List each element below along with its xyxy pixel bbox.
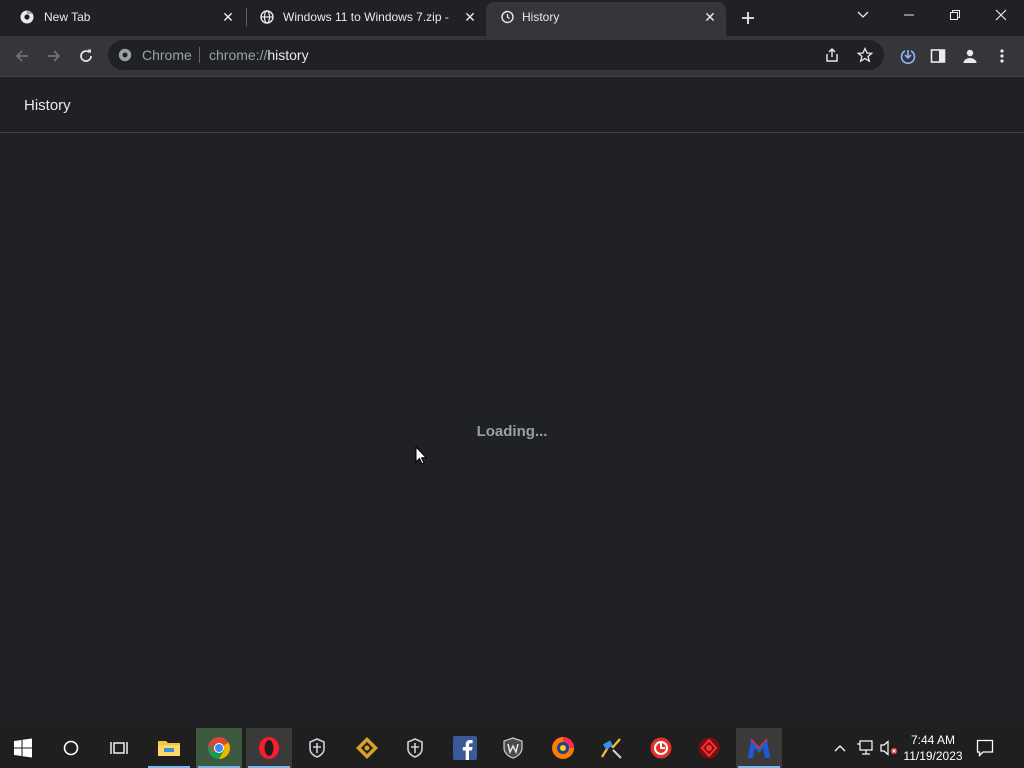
downloads-button[interactable] [896, 44, 920, 68]
kebab-menu-icon [1000, 49, 1004, 63]
taskbar-game-app[interactable] [344, 728, 390, 768]
notification-icon [976, 739, 994, 757]
profile-icon [963, 49, 977, 63]
app-dark-icon [698, 737, 720, 759]
tab-strip: New Tab ✕ Windows 11 to Windows 7.zip - … [0, 0, 1024, 36]
history-header: History [0, 76, 1024, 133]
volume-muted-icon [880, 740, 898, 756]
taskbar-clock[interactable]: 7:44 AM 11/19/2023 [898, 732, 968, 764]
world-of-warships-icon-2 [407, 738, 423, 758]
history-icon [500, 10, 514, 24]
start-button[interactable] [0, 728, 46, 768]
omnibox-chip: Chrome [142, 47, 192, 63]
url-prefix: chrome:// [209, 47, 268, 63]
minimize-button[interactable] [886, 0, 932, 30]
facebook-icon [453, 736, 477, 760]
app-red-icon [650, 737, 672, 759]
cortana-icon [63, 740, 79, 756]
tab-windows-zip[interactable]: Windows 11 to Windows 7.zip - ✕ [246, 0, 486, 34]
taskbar-app-dark[interactable] [686, 728, 732, 768]
taskbar-file-explorer[interactable] [146, 728, 192, 768]
history-content: Loading... [0, 133, 1024, 728]
url-path: history [267, 47, 309, 63]
new-tab-button[interactable] [736, 6, 760, 30]
restore-button[interactable] [932, 0, 978, 30]
side-panel-icon [930, 49, 946, 63]
arrow-left-icon [15, 50, 28, 62]
page-title: History [24, 97, 71, 114]
cortana-button[interactable] [48, 728, 94, 768]
taskbar-malwarebytes[interactable] [736, 728, 782, 768]
loading-text: Loading... [476, 423, 548, 440]
close-icon[interactable]: ✕ [462, 9, 478, 25]
close-icon[interactable]: ✕ [220, 9, 236, 25]
restore-icon [950, 10, 960, 20]
game-center-icon [552, 737, 574, 759]
network-button[interactable] [854, 728, 876, 768]
taskbar-game-center[interactable] [540, 728, 586, 768]
reload-button[interactable] [74, 44, 98, 68]
taskbar-app[interactable] [588, 728, 634, 768]
tab-title: Windows 11 to Windows 7.zip - [283, 10, 449, 24]
taskbar-world-of-warships-2[interactable] [392, 728, 438, 768]
world-of-tanks-icon [503, 737, 523, 759]
taskbar-app-red[interactable] [638, 728, 684, 768]
task-view-icon [110, 742, 128, 754]
clock-date: 11/19/2023 [903, 749, 963, 763]
bookmark-star-icon[interactable] [856, 46, 874, 68]
download-icon [900, 50, 916, 64]
taskbar-facebook[interactable] [442, 728, 488, 768]
globe-icon [260, 10, 274, 24]
mouse-cursor-icon [415, 445, 428, 466]
menu-button[interactable] [990, 44, 1014, 68]
windows-start-icon [14, 738, 32, 758]
volume-button[interactable] [878, 728, 900, 768]
app-icon [601, 738, 622, 759]
tab-title: History [522, 10, 560, 24]
taskbar-chrome[interactable] [196, 728, 242, 768]
opera-icon [259, 737, 279, 759]
back-button[interactable] [10, 44, 34, 68]
clock-time: 7:44 AM [910, 733, 956, 747]
reload-icon [80, 49, 92, 62]
chrome-icon [118, 48, 132, 62]
tab-new-tab[interactable]: New Tab ✕ [0, 0, 244, 34]
plus-icon [742, 12, 754, 24]
tab-search-button[interactable] [840, 0, 886, 30]
side-panel-button[interactable] [926, 44, 950, 68]
omnibox-divider [199, 47, 200, 63]
network-icon [857, 740, 873, 755]
omnibox-url[interactable]: chrome://history [209, 47, 309, 63]
windows-taskbar: 7:44 AM 11/19/2023 [0, 728, 1024, 768]
share-icon[interactable] [824, 47, 840, 68]
taskbar-world-of-warships[interactable] [294, 728, 340, 768]
chevron-up-icon [834, 745, 846, 752]
tab-title: New Tab [44, 10, 91, 24]
taskbar-opera[interactable] [246, 728, 292, 768]
close-window-button[interactable] [978, 0, 1024, 30]
arrow-right-icon [48, 50, 61, 62]
minimize-icon [904, 14, 914, 16]
task-view-button[interactable] [96, 728, 142, 768]
game-app-icon [356, 737, 378, 759]
chevron-down-icon [857, 11, 869, 18]
tab-history[interactable]: History ✕ [486, 2, 726, 36]
profile-button[interactable] [958, 44, 982, 68]
browser-toolbar: Chrome chrome://history [0, 36, 1024, 76]
taskbar-world-of-tanks[interactable] [490, 728, 536, 768]
chrome-icon [20, 10, 34, 24]
action-center-button[interactable] [972, 728, 998, 768]
world-of-warships-icon [309, 738, 325, 758]
malwarebytes-icon [748, 738, 770, 758]
chrome-icon [208, 737, 230, 759]
file-explorer-icon [158, 741, 180, 756]
close-icon [995, 9, 1007, 21]
forward-button[interactable] [42, 44, 66, 68]
close-icon[interactable]: ✕ [702, 9, 718, 25]
omnibox[interactable]: Chrome chrome://history [108, 40, 884, 70]
show-hidden-icons-button[interactable] [830, 728, 850, 768]
